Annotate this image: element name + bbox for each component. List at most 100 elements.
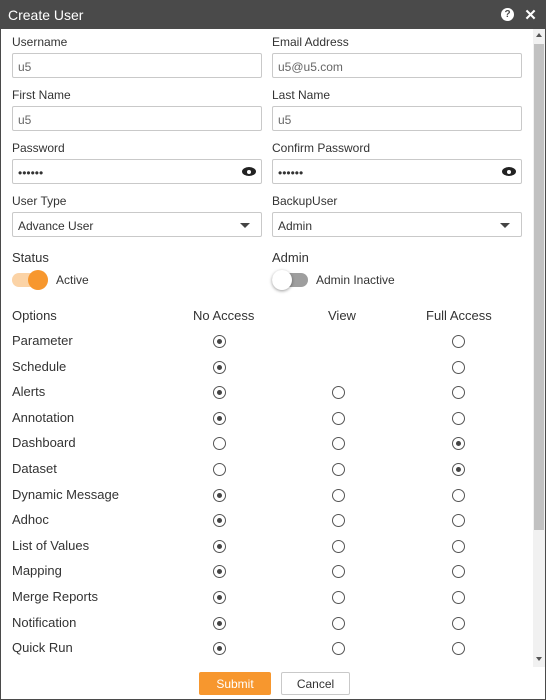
permission-label: Notification: [12, 615, 77, 630]
admin-state-label: Admin Inactive: [316, 273, 395, 287]
options-header: Options: [12, 308, 57, 323]
eye-icon[interactable]: [502, 167, 516, 176]
radio-view[interactable]: [332, 540, 345, 553]
status-toggle-knob[interactable]: [28, 270, 48, 290]
user-type-label: User Type: [12, 194, 67, 208]
radio-full-access[interactable]: [452, 412, 465, 425]
scroll-up-icon[interactable]: [536, 33, 542, 37]
view-header: View: [328, 308, 356, 323]
dialog-title: Create User: [8, 7, 84, 23]
radio-no-access[interactable]: [213, 437, 226, 450]
status-label: Status: [12, 250, 49, 265]
first-name-field[interactable]: u5: [12, 106, 262, 131]
admin-toggle-knob[interactable]: [272, 270, 292, 290]
radio-no-access[interactable]: [213, 591, 226, 604]
admin-label: Admin: [272, 250, 309, 265]
help-icon[interactable]: ?: [501, 8, 514, 21]
status-state-label: Active: [56, 273, 89, 287]
permission-label: Quick Run: [12, 640, 73, 655]
radio-full-access[interactable]: [452, 463, 465, 476]
radio-no-access[interactable]: [213, 642, 226, 655]
backup-user-label: BackupUser: [272, 194, 338, 208]
permission-label: Parameter: [12, 333, 73, 348]
radio-full-access[interactable]: [452, 591, 465, 604]
permission-label: Annotation: [12, 410, 75, 425]
radio-full-access[interactable]: [452, 437, 465, 450]
radio-view[interactable]: [332, 514, 345, 527]
permission-label: Schedule: [12, 359, 67, 374]
eye-icon[interactable]: [242, 167, 256, 176]
full-access-header: Full Access: [426, 308, 492, 323]
password-value: ••••••: [18, 166, 44, 180]
permission-label: Dataset: [12, 461, 57, 476]
backup-user-select[interactable]: Admin: [272, 212, 522, 237]
cancel-button[interactable]: Cancel: [281, 672, 350, 695]
radio-no-access[interactable]: [213, 565, 226, 578]
radio-no-access[interactable]: [213, 514, 226, 527]
radio-view[interactable]: [332, 642, 345, 655]
radio-full-access[interactable]: [452, 514, 465, 527]
close-icon[interactable]: ✕: [524, 7, 537, 24]
backup-user-value: Admin: [278, 219, 313, 233]
dialog-content: Username u5 Email Address u5@u5.com Firs…: [1, 29, 532, 667]
first-name-value: u5: [18, 113, 32, 127]
submit-button[interactable]: Submit: [199, 672, 271, 695]
radio-full-access[interactable]: [452, 361, 465, 374]
no-access-header: No Access: [193, 308, 255, 323]
radio-no-access[interactable]: [213, 386, 226, 399]
create-user-dialog: Create User ? ✕ Username u5 Email Addres…: [0, 0, 546, 700]
username-field[interactable]: u5: [12, 53, 262, 78]
password-label: Password: [12, 141, 65, 155]
radio-no-access[interactable]: [213, 361, 226, 374]
permission-label: Mapping: [12, 563, 62, 578]
first-name-label: First Name: [12, 88, 71, 102]
radio-no-access[interactable]: [213, 540, 226, 553]
last-name-label: Last Name: [272, 88, 331, 102]
radio-full-access[interactable]: [452, 642, 465, 655]
chevron-down-icon: [240, 223, 250, 228]
radio-no-access[interactable]: [213, 617, 226, 630]
radio-view[interactable]: [332, 489, 345, 502]
username-value: u5: [18, 60, 32, 74]
radio-full-access[interactable]: [452, 386, 465, 399]
radio-view[interactable]: [332, 463, 345, 476]
radio-view[interactable]: [332, 565, 345, 578]
password-field[interactable]: ••••••: [12, 159, 262, 184]
email-value: u5@u5.com: [278, 60, 343, 74]
radio-no-access[interactable]: [213, 335, 226, 348]
email-field[interactable]: u5@u5.com: [272, 53, 522, 78]
radio-view[interactable]: [332, 412, 345, 425]
chevron-down-icon: [500, 223, 510, 228]
radio-full-access[interactable]: [452, 617, 465, 630]
dialog-titlebar: Create User ? ✕: [1, 1, 545, 29]
email-label: Email Address: [272, 35, 349, 49]
radio-no-access[interactable]: [213, 463, 226, 476]
permission-label: Adhoc: [12, 512, 49, 527]
last-name-value: u5: [278, 113, 292, 127]
radio-view[interactable]: [332, 437, 345, 450]
radio-full-access[interactable]: [452, 335, 465, 348]
scrollbar-thumb[interactable]: [534, 44, 544, 530]
radio-full-access[interactable]: [452, 489, 465, 502]
permission-label: Merge Reports: [12, 589, 98, 604]
radio-full-access[interactable]: [452, 540, 465, 553]
user-type-value: Advance User: [18, 219, 94, 233]
permission-label: Dashboard: [12, 435, 76, 450]
username-label: Username: [12, 35, 68, 49]
user-type-select[interactable]: Advance User: [12, 212, 262, 237]
permission-label: List of Values: [12, 538, 90, 553]
radio-view[interactable]: [332, 386, 345, 399]
last-name-field[interactable]: u5: [272, 106, 522, 131]
radio-view[interactable]: [332, 591, 345, 604]
radio-no-access[interactable]: [213, 412, 226, 425]
permission-label: Dynamic Message: [12, 487, 119, 502]
permission-label: Alerts: [12, 384, 46, 399]
radio-no-access[interactable]: [213, 489, 226, 502]
radio-view[interactable]: [332, 617, 345, 630]
confirm-password-value: ••••••: [278, 166, 304, 180]
scrollbar[interactable]: [533, 29, 545, 667]
radio-full-access[interactable]: [452, 565, 465, 578]
scroll-down-icon[interactable]: [536, 657, 542, 661]
confirm-password-field[interactable]: ••••••: [272, 159, 522, 184]
confirm-password-label: Confirm Password: [272, 141, 371, 155]
